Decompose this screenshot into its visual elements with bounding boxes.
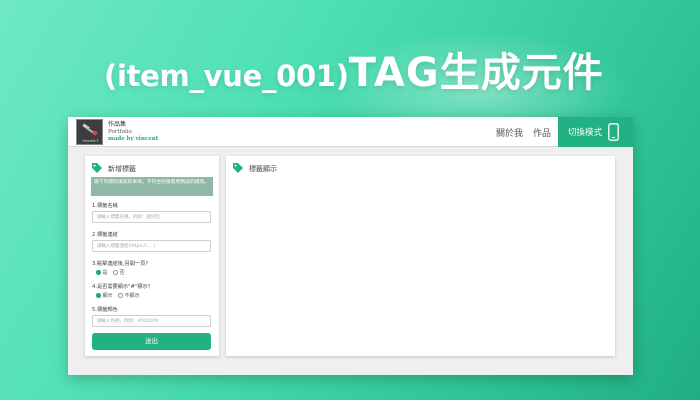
- tag-color-input[interactable]: [92, 315, 211, 327]
- radio-selected-icon: [96, 270, 101, 275]
- radio-selected-icon: [96, 293, 101, 298]
- radio-label: 是: [102, 270, 108, 276]
- show-hash-options: 顯示 不顯示: [96, 292, 144, 299]
- brand-line-3: made by vincent: [108, 136, 159, 142]
- top-navbar: Vincent.T 作品集 Portfolio made by vincent …: [68, 117, 633, 147]
- radio-label: 顯示: [102, 293, 113, 299]
- phone-icon: [608, 123, 619, 141]
- form-note: 請下列資料填寫的事項，不符合則會套用預設的樣貌。: [91, 177, 213, 196]
- tag-name-label: 1.標籤名稱: [92, 203, 118, 209]
- logo-caption: Vincent.T: [82, 139, 99, 143]
- open-new-page-yes-radio[interactable]: 是: [96, 269, 108, 276]
- banner-title-prefix: (item_vue_001): [104, 59, 349, 93]
- show-hash-no-radio[interactable]: 不顯示: [118, 292, 140, 299]
- brand-block: 作品集 Portfolio made by vincent: [108, 121, 158, 144]
- tag-name-input[interactable]: [92, 211, 211, 223]
- tag-display-panel: 標籤顯示: [226, 156, 615, 356]
- display-title: 標籤顯示: [249, 165, 277, 173]
- open-new-page-label: 3.點擊連結後,另開一頁？: [92, 261, 151, 267]
- hammer-wrench-icon: [82, 123, 98, 136]
- tag-color-label: 5.標籤顏色: [92, 307, 118, 313]
- show-hash-label: 4.是否需要顯示"#"標示？: [92, 284, 153, 290]
- banner-title-main: TAG生成元件: [348, 50, 604, 96]
- radio-unselected-icon: [118, 293, 123, 298]
- banner-title: (item_vue_001)TAG生成元件: [104, 40, 664, 98]
- app-window: Vincent.T 作品集 Portfolio made by vincent …: [68, 117, 633, 375]
- tag-link-label: 2.標籤連結: [92, 232, 118, 238]
- nav-link-works[interactable]: 作品: [533, 126, 551, 139]
- form-title: 新增標籤: [108, 165, 136, 173]
- switch-mode-label: 切換模式: [568, 128, 603, 138]
- add-tag-form-panel: 新增標籤 請下列資料填寫的事項，不符合則會套用預設的樣貌。 1.標籤名稱 2.標…: [85, 156, 219, 356]
- site-logo[interactable]: Vincent.T: [76, 119, 103, 145]
- tag-icon: [233, 163, 243, 173]
- nav-link-about[interactable]: 關於我: [496, 126, 523, 139]
- brand-line-1: 作品集: [108, 121, 127, 128]
- radio-label: 不顯示: [124, 293, 140, 299]
- tag-link-input[interactable]: [92, 240, 211, 252]
- open-new-page-no-radio[interactable]: 否: [113, 269, 125, 276]
- brand-line-2: Portfolio: [108, 128, 132, 135]
- submit-button[interactable]: 送出: [92, 333, 211, 350]
- radio-label: 否: [119, 270, 125, 276]
- open-new-page-options: 是 否: [96, 269, 129, 276]
- switch-mode-button[interactable]: 切換模式: [558, 117, 633, 147]
- tag-icon: [92, 163, 102, 173]
- radio-unselected-icon: [113, 270, 118, 275]
- show-hash-yes-radio[interactable]: 顯示: [96, 292, 113, 299]
